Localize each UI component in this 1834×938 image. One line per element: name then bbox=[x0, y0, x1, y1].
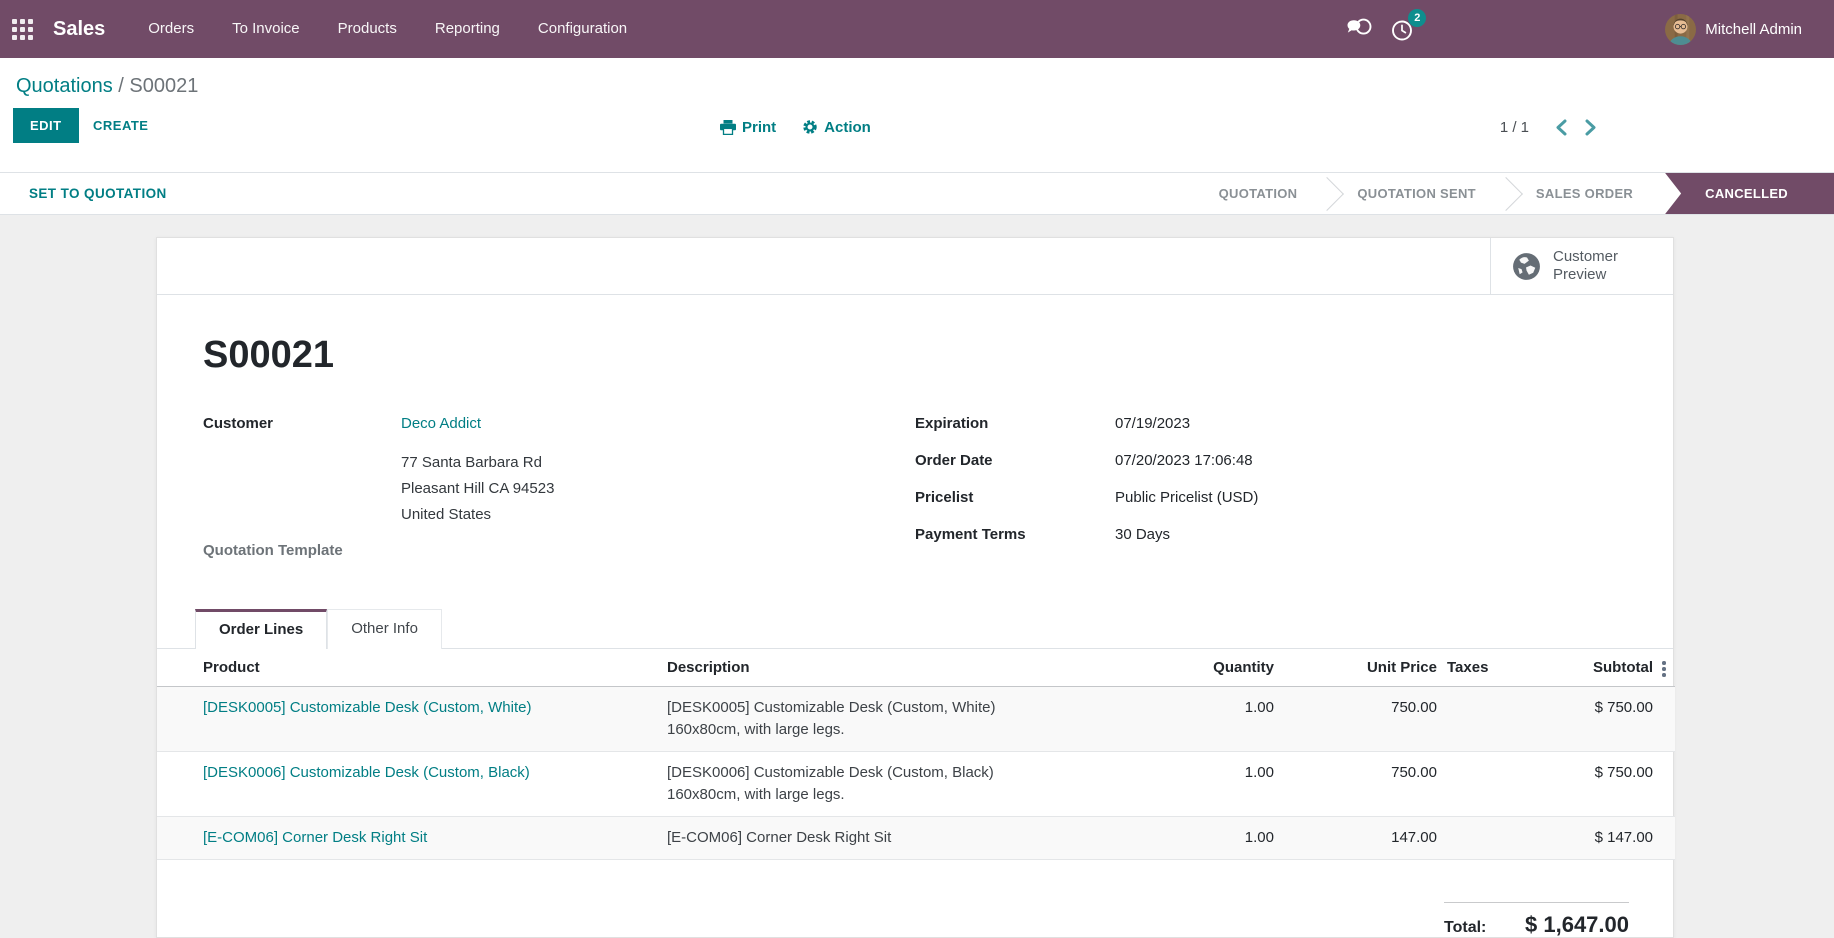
avatar-image bbox=[1665, 14, 1696, 45]
column-description: Description bbox=[667, 649, 1162, 686]
breadcrumb-quotations[interactable]: Quotations bbox=[16, 75, 113, 97]
payment-terms-value[interactable]: 30 Days bbox=[1115, 524, 1170, 545]
sheet-header-row: Customer Preview bbox=[157, 238, 1673, 295]
description-line: [DESK0005] Customizable Desk (Custom, Wh… bbox=[667, 697, 1162, 719]
create-button[interactable]: CREATE bbox=[85, 108, 156, 143]
breadcrumb-current: S00021 bbox=[129, 75, 198, 97]
table-header-row: Product Description Quantity Unit Price … bbox=[157, 649, 1675, 686]
payment-terms-label: Payment Terms bbox=[915, 524, 1115, 545]
table-row[interactable]: [DESK0005] Customizable Desk (Custom, Wh… bbox=[157, 686, 1675, 751]
description-line: 160x80cm, with large legs. bbox=[667, 784, 1162, 806]
print-button[interactable]: Print bbox=[720, 119, 776, 136]
pager-count: 1 / 1 bbox=[1500, 119, 1529, 136]
menu-products[interactable]: Products bbox=[319, 0, 416, 58]
notebook-tabs: Order Lines Other Info bbox=[195, 609, 1629, 649]
content-area: Customer Preview S00021 Customer Deco Ad… bbox=[0, 215, 1834, 938]
table-row[interactable]: [DESK0006] Customizable Desk (Custom, Bl… bbox=[157, 751, 1675, 816]
order-lines-table: Product Description Quantity Unit Price … bbox=[157, 649, 1675, 860]
menu-reporting[interactable]: Reporting bbox=[416, 0, 519, 58]
tab-other-info[interactable]: Other Info bbox=[327, 609, 442, 649]
product-link[interactable]: [DESK0006] Customizable Desk (Custom, Bl… bbox=[203, 764, 530, 781]
pricelist-label: Pricelist bbox=[915, 487, 1115, 508]
unit-price-cell: 750.00 bbox=[1274, 686, 1437, 751]
customer-value-link[interactable]: Deco Addict bbox=[401, 413, 481, 434]
status-step-sales-order[interactable]: SALES ORDER bbox=[1510, 173, 1659, 214]
edit-button[interactable]: EDIT bbox=[13, 108, 79, 143]
action-button[interactable]: Action bbox=[802, 119, 871, 136]
status-step-quotation-sent[interactable]: QUOTATION SENT bbox=[1331, 173, 1502, 214]
description-line: [E-COM06] Corner Desk Right Sit bbox=[667, 827, 1162, 849]
description-line: [DESK0006] Customizable Desk (Custom, Bl… bbox=[667, 762, 1162, 784]
customer-label: Customer bbox=[203, 413, 401, 434]
expiration-value[interactable]: 07/19/2023 bbox=[1115, 413, 1190, 434]
subtotal-cell: $ 750.00 bbox=[1533, 686, 1653, 751]
column-taxes: Taxes bbox=[1437, 649, 1533, 686]
total-value: $ 1,647.00 bbox=[1525, 912, 1629, 938]
menu-to-invoice[interactable]: To Invoice bbox=[213, 0, 319, 58]
order-reference-title: S00021 bbox=[203, 333, 1629, 377]
breadcrumb-separator: / bbox=[118, 75, 124, 97]
control-panel: Quotations / S00021 EDIT CREATE Print Ac… bbox=[0, 58, 1834, 172]
apps-menu-button[interactable] bbox=[0, 0, 47, 58]
total-label: Total: bbox=[1444, 919, 1486, 937]
top-navbar: Sales Orders To Invoice Products Reporti… bbox=[0, 0, 1834, 58]
unit-price-cell: 147.00 bbox=[1274, 816, 1437, 859]
subtotal-cell: $ 147.00 bbox=[1533, 816, 1653, 859]
taxes-cell bbox=[1437, 686, 1533, 751]
app-name[interactable]: Sales bbox=[53, 18, 105, 41]
subtotal-cell: $ 750.00 bbox=[1533, 751, 1653, 816]
activity-count-badge: 2 bbox=[1408, 9, 1426, 27]
order-date-value[interactable]: 07/20/2023 17:06:48 bbox=[1115, 450, 1253, 471]
quantity-cell: 1.00 bbox=[1162, 751, 1274, 816]
pager-previous-icon[interactable] bbox=[1555, 119, 1567, 136]
column-subtotal: Subtotal bbox=[1533, 649, 1653, 686]
customer-preview-button[interactable]: Customer Preview bbox=[1490, 238, 1673, 294]
set-to-quotation-button[interactable]: SET TO QUOTATION bbox=[23, 185, 173, 202]
column-options-icon[interactable] bbox=[1653, 658, 1675, 677]
statusbar: SET TO QUOTATION QUOTATION QUOTATION SEN… bbox=[0, 172, 1834, 215]
table-row[interactable]: [E-COM06] Corner Desk Right Sit [E-COM06… bbox=[157, 816, 1675, 859]
activities-button[interactable]: 2 bbox=[1390, 17, 1415, 42]
status-step-quotation[interactable]: QUOTATION bbox=[1193, 173, 1324, 214]
apps-grid-icon bbox=[12, 19, 33, 40]
messages-button[interactable] bbox=[1345, 18, 1373, 40]
chat-bubbles-icon bbox=[1345, 18, 1373, 40]
description-line: 160x80cm, with large legs. bbox=[667, 719, 1162, 741]
product-link[interactable]: [E-COM06] Corner Desk Right Sit bbox=[203, 829, 427, 846]
printer-icon bbox=[720, 120, 736, 135]
column-quantity: Quantity bbox=[1162, 649, 1274, 686]
pricelist-value[interactable]: Public Pricelist (USD) bbox=[1115, 487, 1258, 508]
gear-icon bbox=[802, 119, 818, 135]
order-date-label: Order Date bbox=[915, 450, 1115, 471]
expiration-label: Expiration bbox=[915, 413, 1115, 434]
menu-configuration[interactable]: Configuration bbox=[519, 0, 646, 58]
product-link[interactable]: [DESK0005] Customizable Desk (Custom, Wh… bbox=[203, 699, 531, 716]
quotation-form-sheet: Customer Preview S00021 Customer Deco Ad… bbox=[156, 237, 1674, 938]
column-product: Product bbox=[157, 649, 667, 686]
status-step-cancelled[interactable]: CANCELLED bbox=[1665, 173, 1834, 214]
quantity-cell: 1.00 bbox=[1162, 686, 1274, 751]
taxes-cell bbox=[1437, 816, 1533, 859]
unit-price-cell: 750.00 bbox=[1274, 751, 1437, 816]
pager-next-icon[interactable] bbox=[1585, 119, 1597, 136]
taxes-cell bbox=[1437, 751, 1533, 816]
customer-address: 77 Santa Barbara Rd Pleasant Hill CA 945… bbox=[401, 450, 915, 528]
breadcrumb: Quotations / S00021 bbox=[0, 72, 1834, 100]
user-menu[interactable]: Mitchell Admin bbox=[1705, 21, 1802, 38]
customer-preview-label: Customer Preview bbox=[1553, 248, 1618, 284]
menu-orders[interactable]: Orders bbox=[129, 0, 213, 58]
globe-icon bbox=[1511, 251, 1542, 282]
tab-order-lines[interactable]: Order Lines bbox=[195, 609, 327, 649]
quantity-cell: 1.00 bbox=[1162, 816, 1274, 859]
order-total: Total: $ 1,647.00 bbox=[1444, 902, 1629, 938]
user-avatar[interactable] bbox=[1665, 14, 1696, 45]
quotation-template-label: Quotation Template bbox=[203, 540, 401, 561]
column-unit-price: Unit Price bbox=[1274, 649, 1437, 686]
